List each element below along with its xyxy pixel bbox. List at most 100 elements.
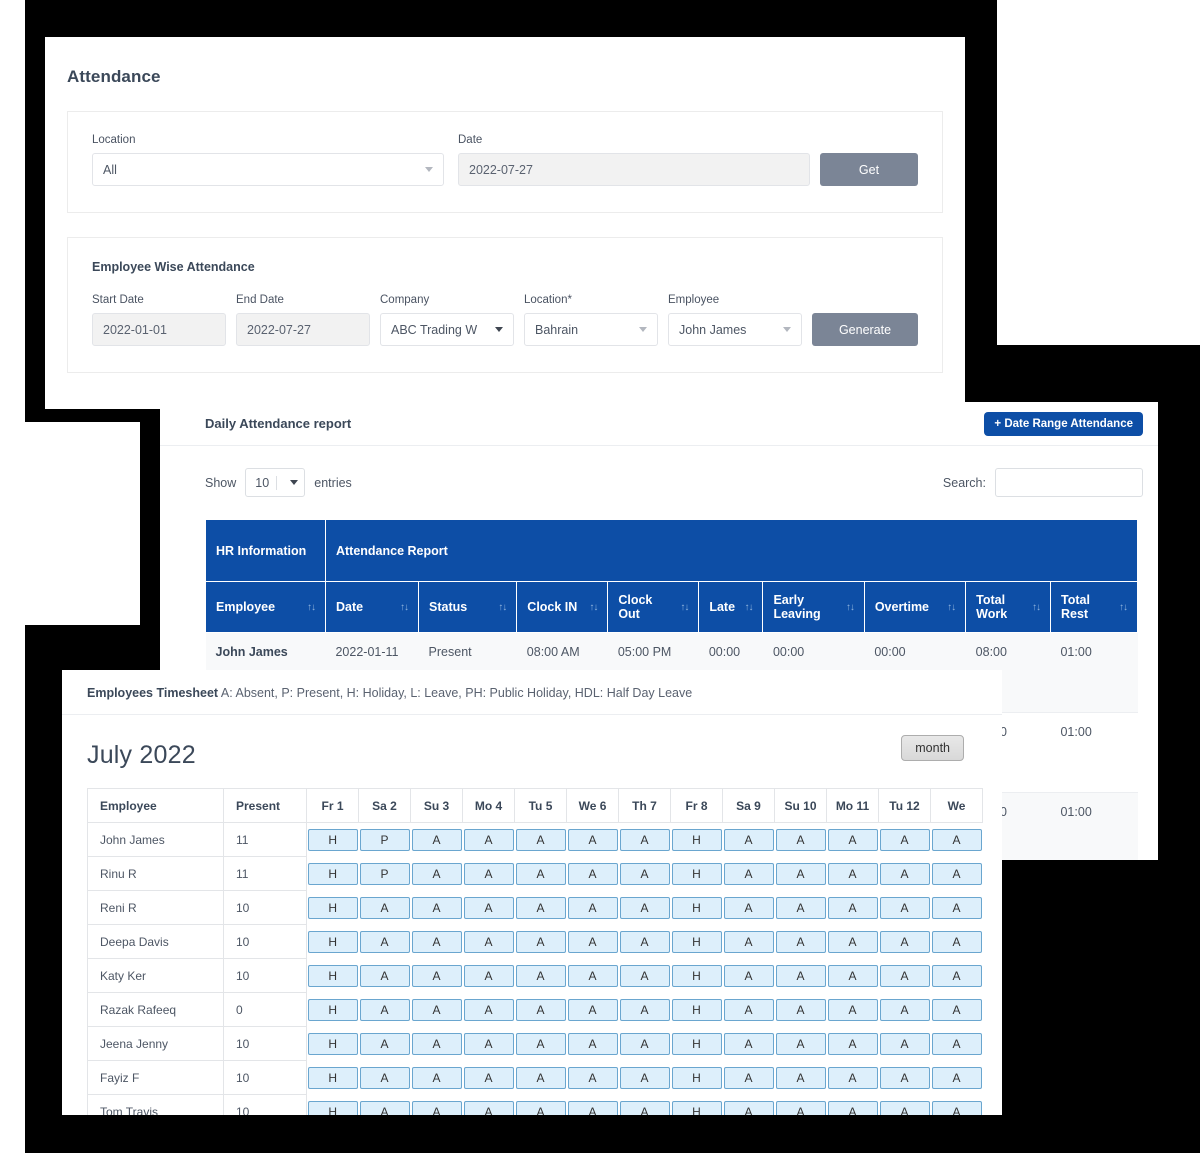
timesheet-cell-day[interactable]: A <box>463 925 515 959</box>
column-header-date[interactable]: Date↑↓ <box>325 582 418 633</box>
timesheet-cell-day[interactable]: A <box>567 891 619 925</box>
timesheet-cell-day[interactable]: A <box>619 857 671 891</box>
timesheet-cell-day[interactable]: A <box>879 857 931 891</box>
timesheet-cell-day[interactable]: A <box>567 857 619 891</box>
timesheet-cell-day[interactable]: A <box>411 1061 463 1095</box>
timesheet-cell-day[interactable]: A <box>411 857 463 891</box>
timesheet-cell-day[interactable]: A <box>359 1027 411 1061</box>
timesheet-cell-day[interactable]: A <box>723 959 775 993</box>
timesheet-cell-day[interactable]: A <box>463 891 515 925</box>
timesheet-cell-day[interactable]: A <box>515 1027 567 1061</box>
timesheet-cell-day[interactable]: A <box>567 1061 619 1095</box>
timesheet-cell-day[interactable]: H <box>307 1095 359 1116</box>
search-input[interactable] <box>995 468 1143 497</box>
timesheet-cell-day[interactable]: A <box>723 1061 775 1095</box>
timesheet-cell-day[interactable]: A <box>567 925 619 959</box>
timesheet-cell-day[interactable]: A <box>619 891 671 925</box>
timesheet-cell-day[interactable]: H <box>307 993 359 1027</box>
timesheet-cell-day[interactable]: A <box>827 891 879 925</box>
timesheet-cell-day[interactable]: A <box>619 1061 671 1095</box>
employee-select[interactable]: John James <box>668 313 802 346</box>
timesheet-cell-day[interactable]: A <box>515 1095 567 1116</box>
timesheet-cell-day[interactable]: A <box>463 959 515 993</box>
timesheet-cell-day[interactable]: A <box>775 857 827 891</box>
timesheet-cell-day[interactable]: A <box>359 925 411 959</box>
timesheet-cell-day[interactable]: A <box>619 993 671 1027</box>
timesheet-cell-day[interactable]: A <box>827 925 879 959</box>
column-header-early-leaving[interactable]: Early Leaving↑↓ <box>763 582 864 633</box>
timesheet-cell-day[interactable]: H <box>307 823 359 857</box>
timesheet-row[interactable]: Deepa Davis10HAAAAAAHAAAAA <box>88 925 983 959</box>
timesheet-cell-day[interactable]: A <box>879 1095 931 1116</box>
timesheet-cell-day[interactable]: A <box>463 1061 515 1095</box>
timesheet-cell-day[interactable]: A <box>515 1061 567 1095</box>
timesheet-cell-day[interactable]: A <box>827 857 879 891</box>
timesheet-cell-day[interactable]: A <box>827 1095 879 1116</box>
timesheet-cell-day[interactable]: A <box>723 1027 775 1061</box>
timesheet-cell-day[interactable]: A <box>931 959 983 993</box>
timesheet-cell-day[interactable]: A <box>775 925 827 959</box>
date-input[interactable]: 2022-07-27 <box>458 153 810 186</box>
timesheet-cell-day[interactable]: A <box>411 891 463 925</box>
timesheet-cell-day[interactable]: A <box>567 823 619 857</box>
timesheet-cell-day[interactable]: A <box>775 891 827 925</box>
timesheet-cell-day[interactable]: A <box>359 1061 411 1095</box>
location-select-2[interactable]: Bahrain <box>524 313 658 346</box>
timesheet-cell-day[interactable]: H <box>307 959 359 993</box>
timesheet-cell-day[interactable]: H <box>671 1027 723 1061</box>
timesheet-row[interactable]: Jeena Jenny10HAAAAAAHAAAAA <box>88 1027 983 1061</box>
timesheet-cell-day[interactable]: A <box>411 1095 463 1116</box>
timesheet-cell-day[interactable]: A <box>359 959 411 993</box>
timesheet-cell-day[interactable]: A <box>515 993 567 1027</box>
timesheet-cell-day[interactable]: A <box>411 1027 463 1061</box>
timesheet-cell-day[interactable]: A <box>775 959 827 993</box>
timesheet-cell-day[interactable]: A <box>359 993 411 1027</box>
timesheet-cell-day[interactable]: P <box>359 857 411 891</box>
timesheet-cell-day[interactable]: H <box>671 823 723 857</box>
timesheet-cell-day[interactable]: H <box>307 857 359 891</box>
timesheet-cell-day[interactable]: A <box>359 1095 411 1116</box>
timesheet-cell-day[interactable]: A <box>515 823 567 857</box>
timesheet-cell-day[interactable]: A <box>775 823 827 857</box>
timesheet-cell-day[interactable]: A <box>723 993 775 1027</box>
timesheet-row[interactable]: Tom Travis10HAAAAAAHAAAAA <box>88 1095 983 1116</box>
timesheet-cell-day[interactable]: A <box>723 891 775 925</box>
entries-length-select[interactable]: 10 <box>245 468 305 497</box>
timesheet-cell-day[interactable]: A <box>879 1061 931 1095</box>
end-date-input[interactable]: 2022-07-27 <box>236 313 370 346</box>
timesheet-cell-day[interactable]: A <box>619 1095 671 1116</box>
timesheet-cell-day[interactable]: P <box>359 823 411 857</box>
timesheet-cell-day[interactable]: H <box>307 1027 359 1061</box>
timesheet-row[interactable]: Katy Ker10HAAAAAAHAAAAA <box>88 959 983 993</box>
timesheet-cell-day[interactable]: A <box>515 959 567 993</box>
column-header-late[interactable]: Late↑↓ <box>699 582 763 633</box>
timesheet-cell-day[interactable]: A <box>775 1061 827 1095</box>
generate-button[interactable]: Generate <box>812 313 918 346</box>
timesheet-row[interactable]: Reni R10HAAAAAAHAAAAA <box>88 891 983 925</box>
timesheet-cell-day[interactable]: A <box>619 925 671 959</box>
timesheet-cell-day[interactable]: A <box>879 1027 931 1061</box>
timesheet-cell-day[interactable]: A <box>463 857 515 891</box>
timesheet-cell-day[interactable]: A <box>723 1095 775 1116</box>
column-header-total-rest[interactable]: Total Rest↑↓ <box>1050 582 1137 633</box>
timesheet-cell-day[interactable]: A <box>827 1061 879 1095</box>
timesheet-cell-day[interactable]: A <box>827 823 879 857</box>
timesheet-cell-day[interactable]: A <box>723 925 775 959</box>
column-header-total-work[interactable]: Total Work↑↓ <box>966 582 1051 633</box>
timesheet-cell-day[interactable]: A <box>879 891 931 925</box>
timesheet-cell-day[interactable]: A <box>879 823 931 857</box>
timesheet-cell-day[interactable]: A <box>515 925 567 959</box>
timesheet-cell-day[interactable]: H <box>671 925 723 959</box>
timesheet-cell-day[interactable]: A <box>567 1095 619 1116</box>
timesheet-cell-day[interactable]: A <box>931 993 983 1027</box>
column-header-clock-out[interactable]: Clock Out↑↓ <box>608 582 699 633</box>
timesheet-cell-day[interactable]: H <box>307 891 359 925</box>
timesheet-cell-day[interactable]: A <box>567 993 619 1027</box>
timesheet-cell-day[interactable]: A <box>619 1027 671 1061</box>
location-select[interactable]: All <box>92 153 444 186</box>
timesheet-cell-day[interactable]: A <box>775 1027 827 1061</box>
view-month-button[interactable]: month <box>901 735 964 761</box>
column-header-employee[interactable]: Employee↑↓ <box>206 582 326 633</box>
timesheet-cell-day[interactable]: A <box>411 959 463 993</box>
column-header-status[interactable]: Status↑↓ <box>419 582 517 633</box>
